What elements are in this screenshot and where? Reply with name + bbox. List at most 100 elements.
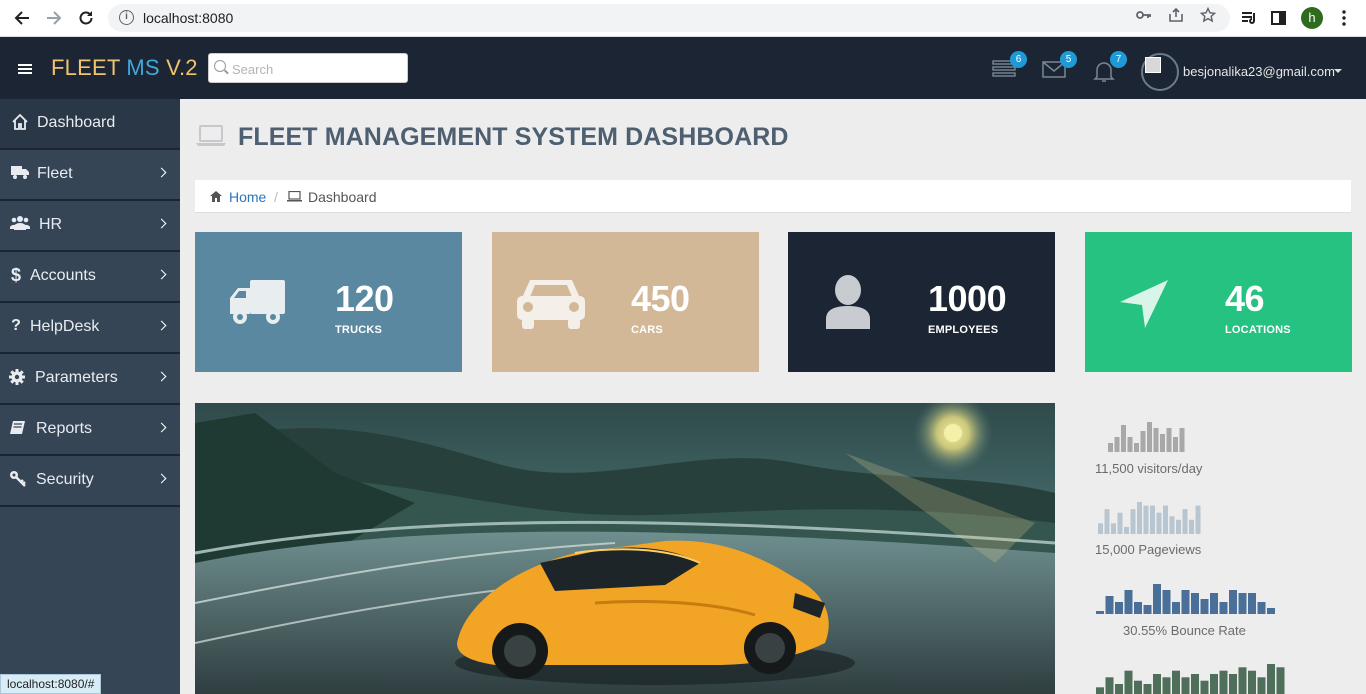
sidebar-item-label: Dashboard <box>37 114 116 131</box>
sparkline-bar <box>1182 509 1188 534</box>
sparkline-bar <box>1160 434 1165 452</box>
sparkline-bar <box>1108 443 1113 452</box>
bookmark-star-icon[interactable] <box>1199 6 1217 23</box>
menu-dots-icon[interactable] <box>1335 9 1353 27</box>
forward-icon[interactable] <box>44 8 64 28</box>
reload-icon[interactable] <box>76 8 96 28</box>
stat-card-cars[interactable]: 450 CARS <box>492 232 759 372</box>
sparkline-bar <box>1267 608 1275 614</box>
sparkline-bar <box>1124 670 1133 694</box>
sparkline-bar <box>1096 611 1104 614</box>
breadcrumb-home-link[interactable]: Home <box>229 189 266 205</box>
chevron-right-icon <box>156 371 167 382</box>
book-icon <box>8 419 28 439</box>
sparkline-bar <box>1257 677 1266 694</box>
brand-logo[interactable]: FLEET MS V.2 <box>51 55 198 81</box>
stat-label: TRUCKS <box>335 324 383 336</box>
messages-badge: 5 <box>1060 51 1077 68</box>
sparkline-bar <box>1105 596 1114 614</box>
stat-value: 46 <box>1225 278 1265 319</box>
user-avatar[interactable] <box>1141 53 1179 91</box>
sidebar-item-label: HelpDesk <box>30 318 100 335</box>
tasks-button[interactable]: 6 <box>992 51 1027 81</box>
sparkline-bar <box>1191 674 1199 694</box>
sparkline-bar <box>1143 605 1152 614</box>
sidebar-item-accounts[interactable]: $ Accounts <box>0 252 180 302</box>
stat-card-locations[interactable]: 46 LOCATIONS <box>1085 232 1352 372</box>
sparkline-bar <box>1162 677 1171 694</box>
sparkline-bar <box>1248 593 1256 614</box>
sparkline-bar <box>1181 677 1190 694</box>
sidebar: Dashboard Fleet HR $ Accounts ? HelpDesk… <box>0 99 180 694</box>
search-input[interactable] <box>232 60 402 78</box>
chevron-right-icon <box>156 167 167 178</box>
stat-label: LOCATIONS <box>1225 324 1291 336</box>
breadcrumb-current: Dashboard <box>308 189 377 205</box>
stat-value: 450 <box>631 278 690 319</box>
user-menu-caret-icon[interactable] <box>1334 69 1342 73</box>
key-icon[interactable] <box>1136 7 1152 23</box>
stat-card-trucks[interactable]: 120 TRUCKS <box>195 232 462 372</box>
user-icon <box>826 275 870 329</box>
sparkline-bar <box>1248 670 1256 694</box>
dollar-icon: $ <box>10 265 21 285</box>
home-icon <box>10 113 30 133</box>
reading-list-icon[interactable] <box>1240 9 1258 27</box>
sparkline-bounce-label: 30.55% Bounce Rate <box>1123 623 1246 638</box>
sidebar-item-dashboard[interactable]: Dashboard <box>0 99 180 149</box>
truck-icon <box>230 280 285 324</box>
sidebar-item-label: Reports <box>36 420 93 437</box>
location-arrow-icon <box>1120 280 1168 328</box>
sidebar-item-parameters[interactable]: Parameters <box>0 354 180 404</box>
sparkline-bar <box>1117 512 1123 534</box>
user-email[interactable]: besjonalika23@gmail.com <box>1183 64 1335 79</box>
search-field[interactable] <box>208 53 408 83</box>
sidebar-item-fleet[interactable]: Fleet <box>0 150 180 200</box>
gear-icon <box>7 368 27 388</box>
address-bar[interactable]: i localhost:8080 <box>108 4 1230 32</box>
sparkline-bar <box>1096 687 1104 694</box>
sidebar-item-helpdesk[interactable]: ? HelpDesk <box>0 303 180 353</box>
share-icon[interactable] <box>1168 7 1184 23</box>
side-panel-icon[interactable] <box>1270 9 1288 27</box>
sparkline-bar <box>1134 680 1142 694</box>
sparkline-bar <box>1169 516 1175 534</box>
sparkline-bar <box>1143 505 1149 534</box>
sidebar-item-hr[interactable]: HR <box>0 201 180 251</box>
sparkline-extra <box>1096 664 1285 694</box>
sparkline-bar <box>1134 443 1139 452</box>
site-info-icon[interactable]: i <box>119 10 134 25</box>
sparkline-bar <box>1166 428 1172 452</box>
sparkline-bar <box>1200 599 1209 614</box>
sidebar-item-label: Parameters <box>35 369 118 386</box>
car-icon <box>517 280 585 329</box>
stat-label: EMPLOYEES <box>928 324 999 336</box>
sidebar-item-reports[interactable]: Reports <box>0 405 180 455</box>
sparkline-bar <box>1124 526 1129 534</box>
profile-avatar[interactable]: h <box>1301 7 1323 29</box>
sparkline-bar <box>1147 422 1152 452</box>
messages-button[interactable]: 5 <box>1042 51 1077 81</box>
sidebar-item-security[interactable]: Security <box>0 456 180 506</box>
breadcrumb-separator: / <box>274 189 278 205</box>
notifications-badge: 7 <box>1110 51 1127 68</box>
sparkline-visitors-label: 11,500 visitors/day <box>1095 461 1203 476</box>
home-icon <box>210 191 222 202</box>
breadcrumb: Home / Dashboard <box>195 180 1351 213</box>
sparkline-bar <box>1115 602 1123 614</box>
sparkline-bar <box>1172 670 1180 694</box>
sparkline-bar <box>1162 590 1171 614</box>
stat-card-employees[interactable]: 1000 EMPLOYEES <box>788 232 1055 372</box>
question-icon: ? <box>11 317 21 334</box>
stat-value: 120 <box>335 278 394 319</box>
sidebar-background <box>0 507 180 694</box>
sparkline-bar <box>1130 509 1136 534</box>
sparkline-bar <box>1238 593 1247 614</box>
hamburger-menu-icon[interactable] <box>18 64 32 74</box>
sparkline-bar <box>1115 684 1123 694</box>
back-icon[interactable] <box>12 8 32 28</box>
notifications-button[interactable]: 7 <box>1092 51 1127 82</box>
chevron-right-icon <box>156 422 167 433</box>
sparkline-bar <box>1127 437 1133 452</box>
address-url[interactable]: localhost:8080 <box>143 10 233 26</box>
